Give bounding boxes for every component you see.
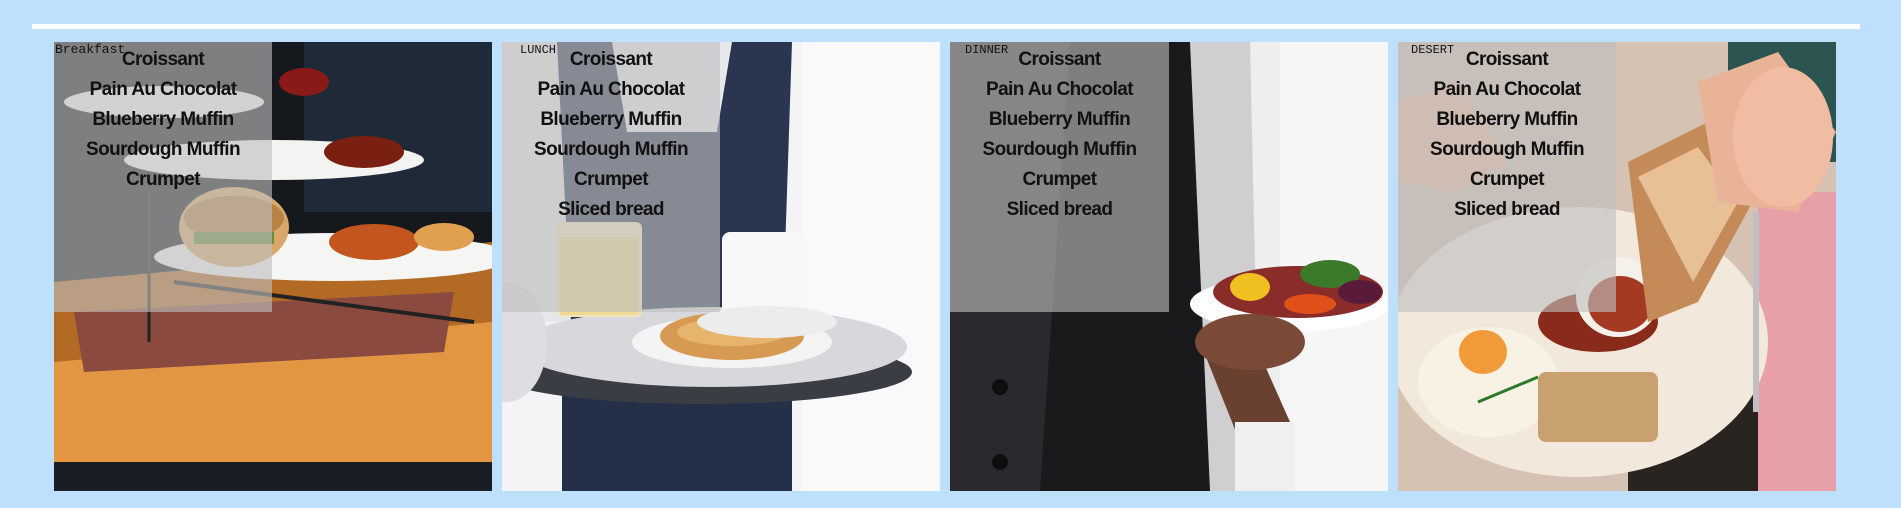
- menu-list: Croissant Pain Au Chocolat Blueberry Muf…: [502, 45, 720, 225]
- menu-item: Pain Au Chocolat: [1433, 79, 1582, 100]
- card-breakfast: Breakfast Croissant Pain Au Chocolat Blu…: [54, 42, 492, 491]
- menu-item: Blueberry Muffin: [988, 109, 1131, 130]
- menu-item: Sliced bread: [1006, 199, 1113, 220]
- menu-item: Blueberry Muffin: [92, 109, 234, 130]
- menu-item: Sourdough Muffin: [982, 139, 1138, 160]
- card-dinner: DINNER Croissant Pain Au Chocolat Bluebe…: [950, 42, 1388, 491]
- menu-item: Sourdough Muffin: [1430, 139, 1585, 160]
- menu-item: Pain Au Chocolat: [986, 79, 1134, 100]
- menu-item: Crumpet: [1022, 169, 1098, 190]
- menu-list: Croissant Pain Au Chocolat Blueberry Muf…: [1398, 45, 1616, 225]
- menu-item: Crumpet: [574, 169, 649, 190]
- card-lunch: LUNCH Croissant Pain Au Chocolat Blueber…: [502, 42, 940, 491]
- menu-item: Crumpet: [126, 169, 201, 190]
- menu-item: Sliced bread: [1454, 199, 1560, 220]
- menu-item: Sliced bread: [558, 199, 664, 220]
- menu-item: Sourdough Muffin: [86, 139, 241, 160]
- menu-list: Croissant Pain Au Chocolat Blueberry Muf…: [54, 45, 272, 195]
- menu-item: Croissant: [1018, 49, 1101, 70]
- menu-item: Blueberry Muffin: [540, 109, 682, 130]
- menu-item: Croissant: [1465, 49, 1549, 70]
- menu-item: Croissant: [121, 49, 205, 70]
- menu-cards: Breakfast Croissant Pain Au Chocolat Blu…: [54, 42, 1836, 492]
- menu-list: Croissant Pain Au Chocolat Blueberry Muf…: [950, 45, 1169, 225]
- menu-item: Sourdough Muffin: [534, 139, 689, 160]
- menu-item: Blueberry Muffin: [1436, 109, 1578, 130]
- menu-item: Pain Au Chocolat: [89, 79, 238, 100]
- top-divider: [32, 24, 1860, 29]
- card-desert: DESERT Croissant Pain Au Chocolat Bluebe…: [1398, 42, 1836, 491]
- menu-item: Crumpet: [1470, 169, 1545, 190]
- menu-item: Croissant: [569, 49, 653, 70]
- menu-item: Pain Au Chocolat: [537, 79, 686, 100]
